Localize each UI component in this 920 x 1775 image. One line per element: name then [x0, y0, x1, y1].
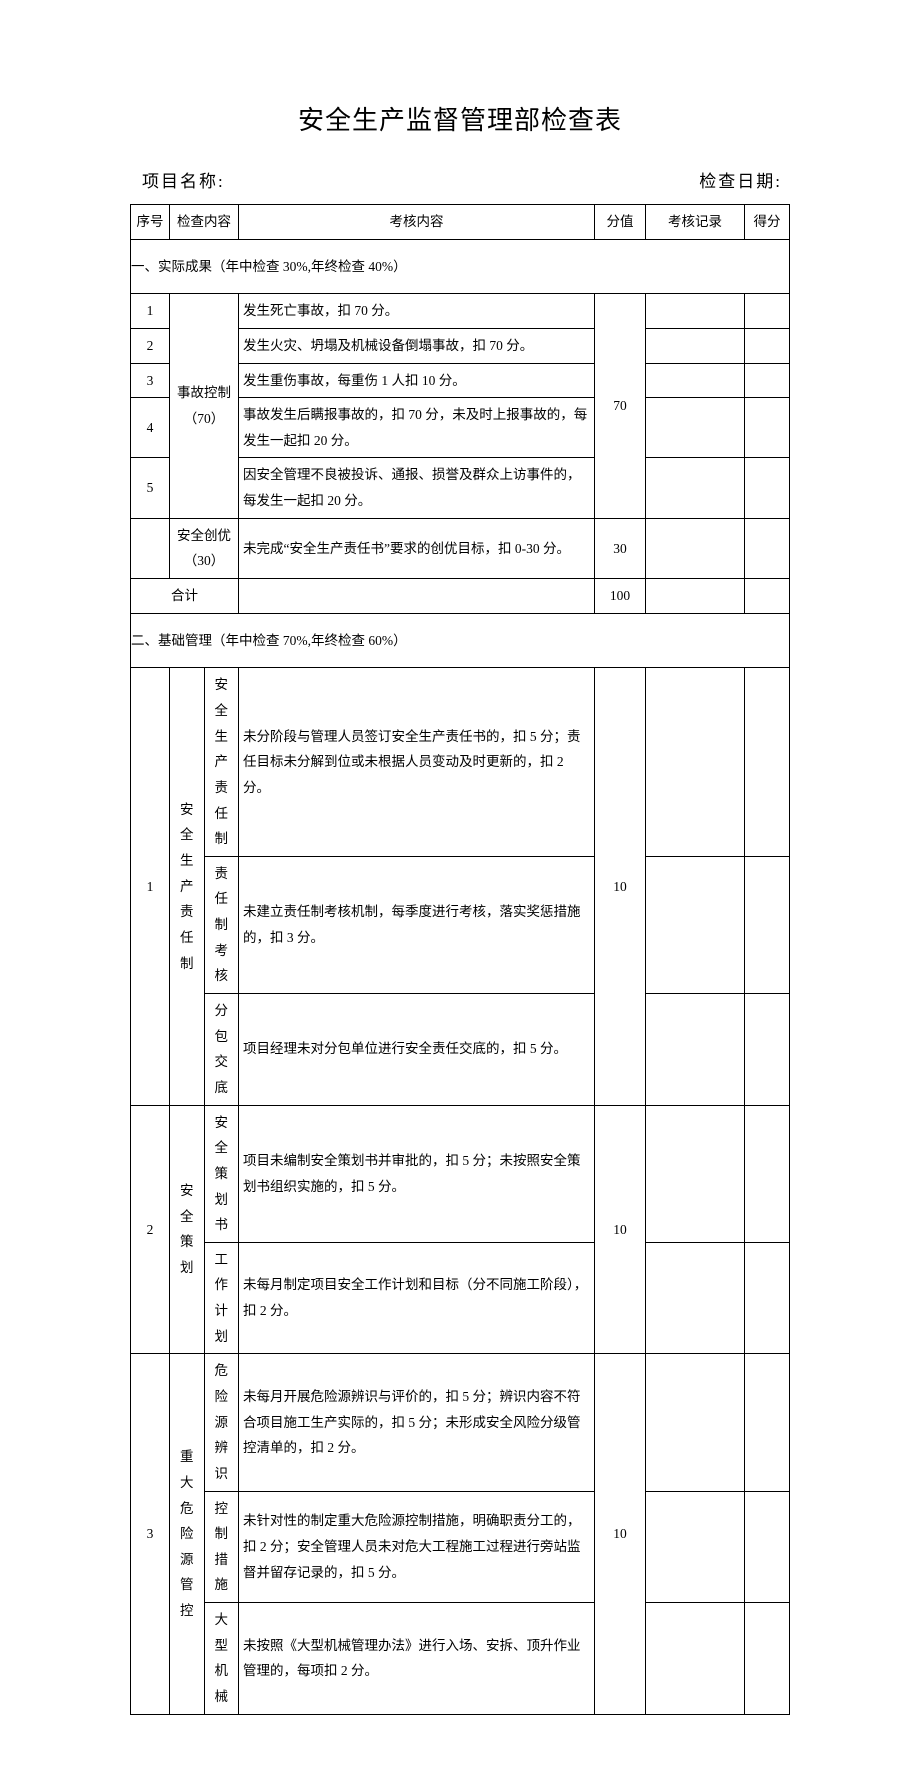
meta-row: 项目名称: 检查日期: [142, 167, 782, 192]
section2-heading-row: 二、基础管理（年中检查 70%,年终检查 60%） [131, 613, 790, 668]
header-row: 序号 检查内容 考核内容 分值 考核记录 得分 [131, 205, 790, 240]
row-idx: 1 [131, 294, 170, 329]
table-row: 1 事故控制 （70） 发生死亡事故，扣 70 分。 70 [131, 294, 790, 329]
page-title: 安全生产监督管理部检查表 [130, 100, 790, 137]
table-row: 1 安全生产责任制 安全生产责任制 未分阶段与管理人员签订安全生产责任书的，扣 … [131, 668, 790, 856]
got-cell [745, 294, 790, 329]
header-record: 考核记录 [646, 205, 745, 240]
excellence-category: 安全创优 （30） [170, 518, 239, 578]
row-desc: 发生死亡事故，扣 70 分。 [239, 294, 595, 329]
project-name-label: 项目名称: [142, 167, 225, 192]
header-category: 检查内容 [170, 205, 239, 240]
accident-category: 事故控制 （70） [170, 294, 239, 518]
table-row: 3 重大危险源管控 危险源辨识 未每月开展危险源辨识与评价的，扣 5 分；辨识内… [131, 1354, 790, 1491]
table-row: 大型机械 未按照《大型机械管理办法》进行入场、安拆、顶升作业管理的，每项扣 2 … [131, 1603, 790, 1715]
section1-heading-row: 一、实际成果（年中检查 30%,年终检查 40%） [131, 239, 790, 294]
total-label: 合计 [131, 579, 239, 614]
table-row: 安全创优 （30） 未完成“安全生产责任书”要求的创优目标，扣 0-30 分。 … [131, 518, 790, 578]
section1-heading: 一、实际成果（年中检查 30%,年终检查 40%） [131, 239, 790, 294]
check-date-label: 检查日期: [699, 167, 782, 192]
header-idx: 序号 [131, 205, 170, 240]
table-row: 2 安全策划 安全策划书 项目未编制安全策划书并审批的，扣 5 分；未按照安全策… [131, 1105, 790, 1242]
table-row: 控制措施 未针对性的制定重大危险源控制措施，明确职责分工的，扣 2 分；安全管理… [131, 1491, 790, 1603]
header-desc: 考核内容 [239, 205, 595, 240]
header-score: 分值 [595, 205, 646, 240]
table-row: 分包交底 项目经理未对分包单位进行安全责任交底的，扣 5 分。 [131, 994, 790, 1106]
total-score: 100 [595, 579, 646, 614]
checklist-table: 序号 检查内容 考核内容 分值 考核记录 得分 一、实际成果（年中检查 30%,… [130, 204, 790, 1715]
table-row: 责任制考核 未建立责任制考核机制，每季度进行考核，落实奖惩措施的，扣 3 分。 [131, 856, 790, 993]
header-got: 得分 [745, 205, 790, 240]
table-row: 工作计划 未每月制定项目安全工作计划和目标（分不同施工阶段），扣 2 分。 [131, 1242, 790, 1354]
section2-heading: 二、基础管理（年中检查 70%,年终检查 60%） [131, 613, 790, 668]
accident-score: 70 [595, 294, 646, 518]
record-cell [646, 294, 745, 329]
total-row: 合计 100 [131, 579, 790, 614]
